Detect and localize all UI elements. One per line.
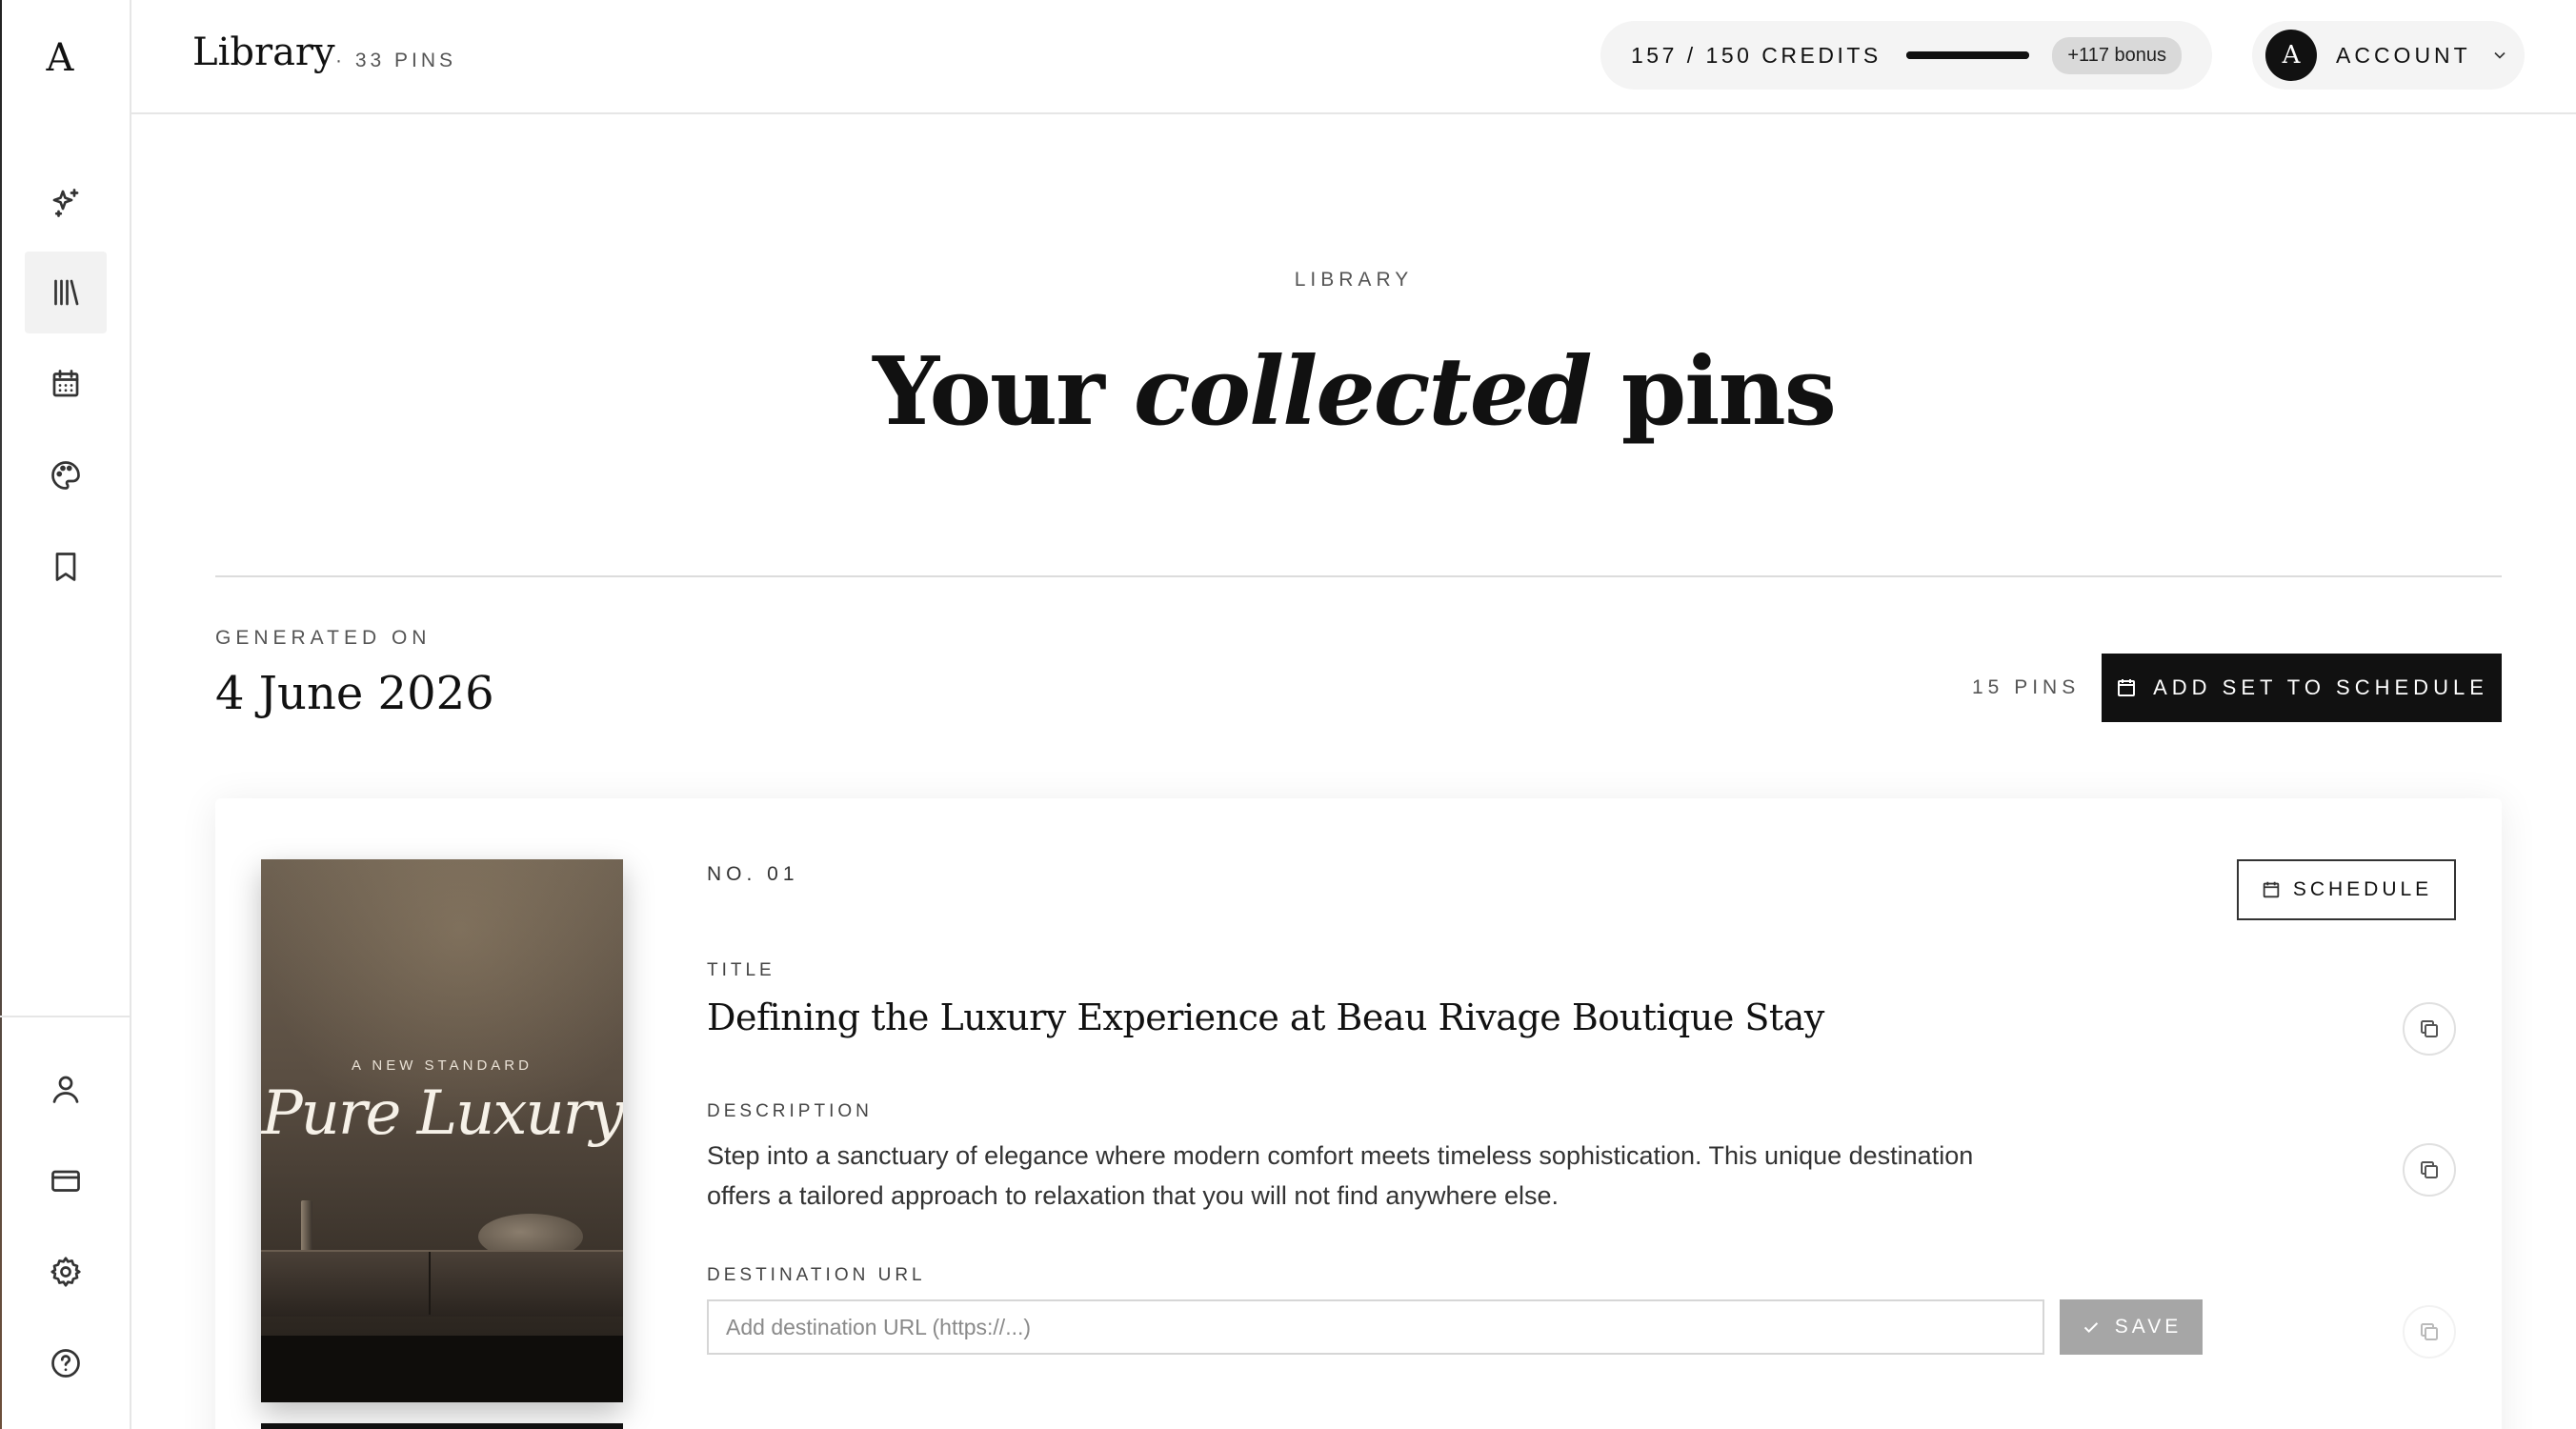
sparkles-icon bbox=[52, 189, 79, 217]
nav-help[interactable] bbox=[25, 1322, 107, 1404]
section-divider bbox=[215, 575, 2502, 577]
palette-icon bbox=[51, 461, 80, 490]
pin-card: A NEW STANDARD Pure Luxury NO. 01 SCHEDU… bbox=[215, 798, 2502, 1429]
pin-count: · 33 PINS bbox=[335, 50, 457, 71]
credits-label: 157 / 150 CREDITS bbox=[1631, 42, 1882, 68]
account-menu[interactable]: A ACCOUNT bbox=[2252, 21, 2525, 90]
window-edge bbox=[0, 0, 2, 1429]
nav-schedule[interactable] bbox=[25, 343, 107, 425]
destination-url-label: DESTINATION URL bbox=[707, 1265, 926, 1285]
account-label: ACCOUNT bbox=[2336, 42, 2471, 68]
section-eyebrow: LIBRARY bbox=[1294, 269, 1414, 291]
nav-library[interactable] bbox=[25, 252, 107, 333]
hero-title-emphasis: collected bbox=[1133, 337, 1593, 447]
credits-progress-fill bbox=[1905, 51, 2030, 59]
description-label: DESCRIPTION bbox=[707, 1101, 873, 1121]
calendar-icon bbox=[2118, 679, 2136, 696]
add-set-to-schedule-button[interactable]: ADD SET TO SCHEDULE bbox=[2102, 654, 2502, 722]
copy-url-button[interactable] bbox=[2403, 1305, 2456, 1359]
avatar: A bbox=[2265, 30, 2317, 81]
credit-card-icon bbox=[51, 1170, 80, 1192]
copy-description-button[interactable] bbox=[2403, 1143, 2456, 1197]
nav-billing[interactable] bbox=[25, 1139, 107, 1221]
pin-image-sofa-seam bbox=[429, 1252, 431, 1315]
hero-title: Your collected pins bbox=[131, 337, 2576, 447]
copy-icon bbox=[2421, 1323, 2438, 1340]
copy-title-button[interactable] bbox=[2403, 1002, 2456, 1056]
calendar-icon bbox=[2263, 881, 2280, 898]
pin-image-floor bbox=[261, 1336, 623, 1402]
hero-title-after: pins bbox=[1590, 337, 1837, 447]
nav-brand[interactable] bbox=[25, 434, 107, 516]
save-url-button[interactable]: SAVE bbox=[2060, 1299, 2203, 1355]
gear-icon bbox=[50, 1257, 81, 1287]
sidebar: A bbox=[0, 0, 131, 1429]
hero-title-before: Your bbox=[873, 337, 1134, 447]
add-set-to-schedule-label: ADD SET TO SCHEDULE bbox=[2153, 675, 2488, 699]
page-title: Library bbox=[192, 30, 335, 74]
pin-image-kicker: A NEW STANDARD bbox=[352, 1057, 533, 1074]
app-logo[interactable]: A bbox=[0, 36, 120, 80]
schedule-label: SCHEDULE bbox=[2292, 878, 2433, 900]
top-bar: Library · 33 PINS 157 / 150 CREDITS +117… bbox=[131, 0, 2576, 114]
pin-image-script: Pure Luxury bbox=[261, 1078, 623, 1149]
set-pin-count: 15 PINS bbox=[1972, 676, 2081, 698]
chevron-down-icon bbox=[2490, 46, 2509, 65]
bonus-badge: +117 bonus bbox=[2052, 36, 2182, 74]
user-icon bbox=[52, 1076, 79, 1103]
library-icon bbox=[54, 279, 79, 306]
sidebar-divider bbox=[0, 1016, 130, 1017]
nav-profile[interactable] bbox=[25, 1048, 107, 1130]
pin-image-vase bbox=[301, 1200, 312, 1256]
nav-generate[interactable] bbox=[25, 162, 107, 244]
bookmark-icon bbox=[55, 553, 76, 581]
destination-url-input[interactable] bbox=[707, 1299, 2044, 1355]
pin-image-sofa bbox=[261, 1250, 623, 1317]
save-label: SAVE bbox=[2114, 1316, 2183, 1338]
schedule-button[interactable]: SCHEDULE bbox=[2237, 859, 2456, 920]
nav-saved[interactable] bbox=[25, 526, 107, 608]
generated-date: 4 June 2026 bbox=[215, 667, 494, 720]
credits-progress-bar bbox=[1905, 51, 2030, 59]
generated-on-label: GENERATED ON bbox=[215, 627, 432, 649]
pin-image[interactable]: A NEW STANDARD Pure Luxury bbox=[261, 859, 623, 1402]
title-label: TITLE bbox=[707, 960, 775, 980]
help-icon bbox=[51, 1349, 80, 1378]
pin-number: NO. 01 bbox=[707, 863, 799, 885]
copy-icon bbox=[2421, 1020, 2438, 1037]
copy-icon bbox=[2421, 1161, 2438, 1178]
nav-settings[interactable] bbox=[25, 1231, 107, 1313]
pin-title: Defining the Luxury Experience at Beau R… bbox=[707, 996, 1824, 1038]
check-icon bbox=[2083, 1322, 2098, 1334]
calendar-icon bbox=[52, 370, 79, 397]
credits-meter[interactable]: 157 / 150 CREDITS +117 bonus bbox=[1600, 21, 2212, 90]
pin-description: Step into a sanctuary of elegance where … bbox=[707, 1141, 1974, 1210]
next-pin-image-peek bbox=[261, 1423, 623, 1429]
